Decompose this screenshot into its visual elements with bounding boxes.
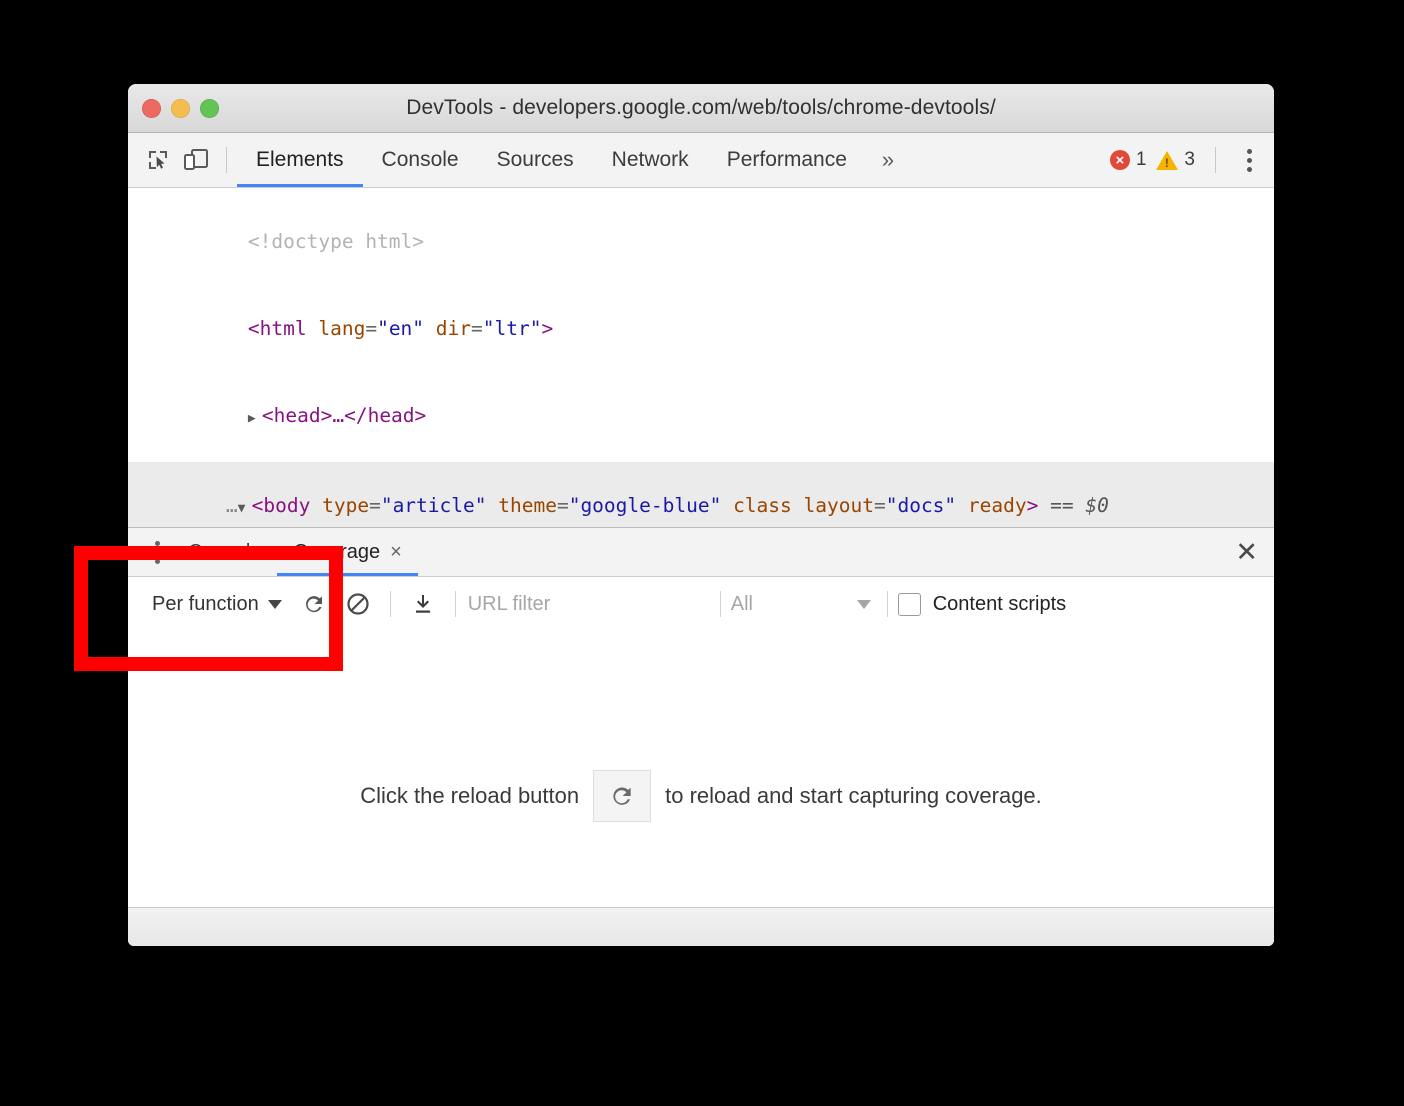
body-attr-type: type: [310, 494, 369, 517]
body-val-theme: "google-blue": [569, 494, 722, 517]
dom-row-html[interactable]: <html lang="en" dir="ltr">: [128, 285, 1274, 372]
tab-console[interactable]: Console: [363, 133, 478, 187]
content-scripts-label: Content scripts: [933, 593, 1066, 616]
body-eq-3: =: [874, 494, 886, 517]
checkbox-box[interactable]: [898, 593, 921, 616]
warning-icon: [1156, 151, 1178, 170]
tab-performance[interactable]: Performance: [708, 133, 866, 187]
reload-icon-inline[interactable]: [593, 770, 651, 822]
tab-elements-label: Elements: [256, 148, 344, 172]
traffic-lights: [142, 99, 219, 118]
html-tag-open: <html: [248, 317, 307, 340]
error-icon: ×: [1110, 150, 1130, 170]
body-ellipsis: …: [222, 494, 238, 517]
body-attr-layout: layout: [792, 494, 874, 517]
html-tag-close: >: [541, 317, 553, 340]
coverage-divider-4: [887, 591, 888, 617]
coverage-message-after: to reload and start capturing coverage.: [665, 783, 1042, 809]
screenshot-root: DevTools - developers.google.com/web/too…: [0, 0, 1404, 1106]
dom-doctype-text: <!doctype html>: [248, 230, 424, 253]
html-attr-dir: dir: [424, 317, 471, 340]
close-icon[interactable]: ×: [390, 541, 402, 564]
inspect-element-icon[interactable]: [140, 143, 176, 177]
panel-tabs: Elements Console Sources Network Perform…: [237, 133, 910, 187]
minimize-window-button[interactable]: [171, 99, 190, 118]
coverage-divider-1: [390, 591, 391, 617]
html-eq-2: =: [471, 317, 483, 340]
toolbar-divider: [226, 147, 227, 173]
head-tag-text: <head>…</head>: [262, 404, 426, 427]
kebab-menu-icon[interactable]: [1234, 149, 1264, 172]
html-val-lang: "en": [377, 317, 424, 340]
html-val-dir: "ltr": [483, 317, 542, 340]
body-val-type: "article": [381, 494, 487, 517]
html-eq-1: =: [365, 317, 377, 340]
warning-count: 3: [1184, 149, 1195, 171]
body-eq-1: =: [369, 494, 381, 517]
tab-console-label: Console: [382, 148, 459, 172]
tab-sources[interactable]: Sources: [478, 133, 593, 187]
selected-node-marker: == $0: [1038, 494, 1108, 517]
body-attr-class: class: [721, 494, 791, 517]
coverage-divider-3: [720, 591, 721, 617]
close-window-button[interactable]: [142, 99, 161, 118]
window-title: DevTools - developers.google.com/web/too…: [128, 96, 1274, 120]
tab-elements[interactable]: Elements: [237, 133, 363, 187]
expand-head-icon[interactable]: ▶: [248, 404, 262, 433]
coverage-type-label: All: [731, 593, 753, 616]
body-tag-close: >: [1027, 494, 1039, 517]
collapse-body-icon[interactable]: ▼: [238, 494, 252, 523]
dom-row-head[interactable]: ▶<head>…</head>: [128, 372, 1274, 462]
coverage-type-dropdown[interactable]: All: [731, 593, 877, 616]
browser-window: DevTools - developers.google.com/web/too…: [128, 84, 1274, 946]
html-attr-lang: lang: [307, 317, 366, 340]
zoom-window-button[interactable]: [200, 99, 219, 118]
toolbar-divider-right: [1215, 147, 1216, 173]
close-drawer-button[interactable]: ✕: [1235, 528, 1258, 576]
devtools-toolbar: Elements Console Sources Network Perform…: [128, 133, 1274, 188]
toolbar-right-cluster: × 1 3: [1110, 133, 1264, 187]
coverage-empty-message: Click the reload button to reload and st…: [360, 770, 1042, 822]
chevron-down-icon-2: [857, 600, 871, 609]
body-attr-ready: ready: [956, 494, 1026, 517]
error-count: 1: [1136, 149, 1147, 171]
body-tag-open: <body: [252, 494, 311, 517]
warning-badge[interactable]: 3: [1156, 149, 1195, 171]
more-panels-button[interactable]: »: [866, 133, 910, 187]
tab-sources-label: Sources: [497, 148, 574, 172]
body-eq-2: =: [557, 494, 569, 517]
body-val-layout: "docs": [886, 494, 956, 517]
export-icon[interactable]: [401, 584, 445, 624]
coverage-empty-state: Click the reload button to reload and st…: [128, 630, 1274, 908]
coverage-divider-2: [455, 591, 456, 617]
tab-performance-label: Performance: [727, 148, 847, 172]
body-attr-theme: theme: [487, 494, 557, 517]
content-scripts-checkbox[interactable]: Content scripts: [898, 593, 1066, 616]
tab-network[interactable]: Network: [593, 133, 708, 187]
coverage-message-before: Click the reload button: [360, 783, 579, 809]
dom-row-doctype[interactable]: <!doctype html>: [128, 198, 1274, 285]
tab-network-label: Network: [612, 148, 689, 172]
error-badge[interactable]: × 1: [1110, 149, 1147, 171]
window-titlebar: DevTools - developers.google.com/web/too…: [128, 84, 1274, 133]
window-statusbar: [128, 907, 1274, 946]
url-filter-input[interactable]: [466, 592, 710, 617]
annotation-highlight-box: [74, 546, 343, 671]
device-toolbar-icon[interactable]: [178, 143, 214, 177]
